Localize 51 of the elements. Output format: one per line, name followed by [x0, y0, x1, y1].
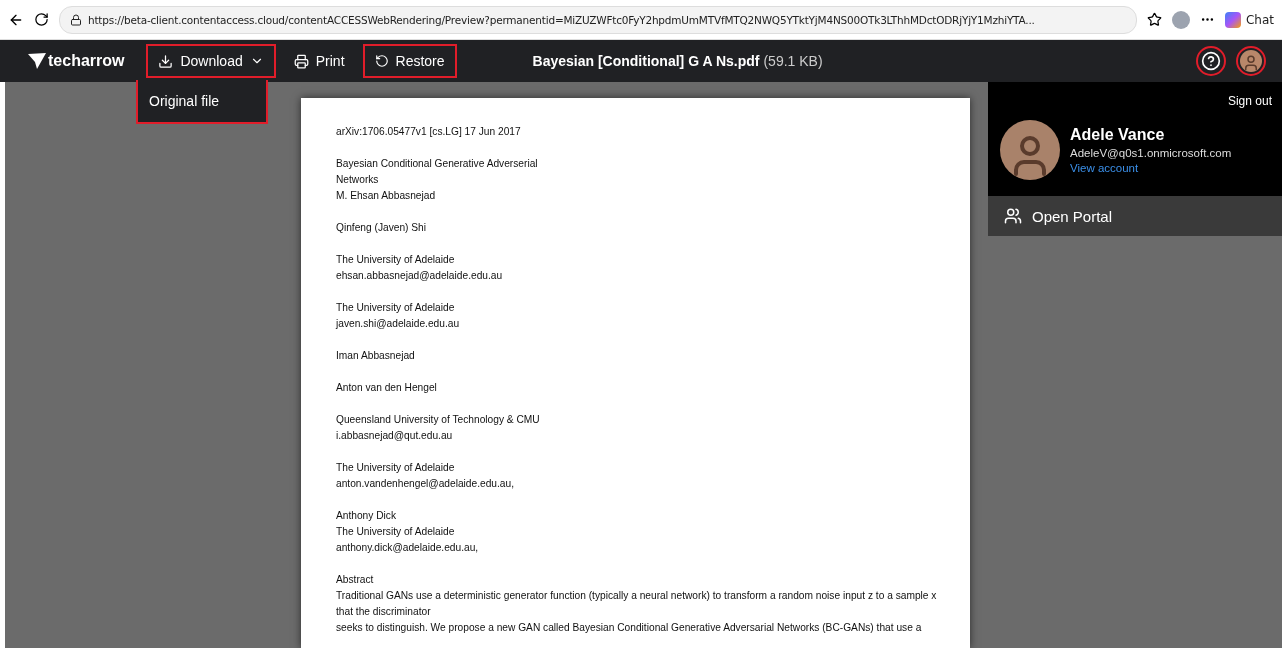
chat-button[interactable]: Chat: [1224, 11, 1274, 28]
avatar-icon: [1000, 120, 1060, 180]
document-text: anton.vandenhengel@adelaide.edu.au,: [336, 477, 516, 491]
avatar-button[interactable]: [1236, 46, 1266, 76]
user-email: AdeleV@q0s1.onmicrosoft.com: [1070, 147, 1232, 159]
favorite-star-icon[interactable]: [1146, 12, 1162, 27]
document-text: The University of Adelaide: [336, 461, 456, 475]
address-bar[interactable]: https://beta-client.contentaccess.cloud/contentACCESSWebRendering/Preview?permanentid=MiZUZWFtc0FyY2hpdmUmMTVfMTQ2NWQ5YTktYjM4NS00OTk3LThhMDctODRjYjY1MzhiYTA...: [59, 5, 1137, 34]
sign-out-link[interactable]: Sign out: [988, 82, 1282, 108]
document-text: Qinfeng (Javen) Shi: [336, 221, 428, 235]
document-text: Abstract: [336, 573, 375, 587]
document-text: arXiv:1706.05477v1 [cs.LG] 17 Jun 2017: [336, 125, 522, 139]
user-name: Adele Vance: [1070, 126, 1166, 144]
lock-icon: [70, 13, 82, 26]
paper-plane-icon: [28, 53, 46, 69]
document-text: The University of Adelaide: [336, 525, 456, 539]
printer-icon: [293, 53, 309, 69]
view-account-link[interactable]: View account: [1070, 162, 1232, 174]
file-title: Bayesian [Conditional] G A Ns.pdf (59.1 KB): [532, 53, 823, 69]
document-text: that the discriminator: [336, 605, 432, 619]
document-text: Anton van den Hengel: [336, 381, 438, 395]
download-icon: [158, 53, 174, 69]
help-button[interactable]: [1196, 46, 1226, 76]
techarrow-logo: techarrow: [28, 52, 125, 70]
avatar-icon: [1240, 50, 1262, 72]
people-icon: [1004, 207, 1022, 225]
document-text: Traditional GANs use a deterministic generator function (typically a neural network) to transform a random noise input z to a sample x: [336, 589, 938, 603]
document-text: Queensland University of Technology & CMU: [336, 413, 541, 427]
restore-button[interactable]: Restore: [362, 44, 457, 78]
document-text: anthony.dick@adelaide.edu.au,: [336, 541, 480, 555]
download-menu-button[interactable]: Download: [146, 44, 276, 78]
file-size: (59.1 KB): [763, 53, 823, 69]
document-text: i.abbasnejad@qut.edu.au: [336, 429, 454, 443]
document-text: The University of Adelaide: [336, 253, 456, 267]
menu-item[interactable]: Original file: [138, 93, 220, 109]
document-text: seeks to distinguish. We propose a new GAN called Bayesian Conditional Generative Adversarial Networks (BC-GANs) that use a: [336, 621, 923, 635]
help-icon: [1201, 51, 1221, 71]
chat-logo-icon: [1224, 11, 1241, 28]
document-text: Iman Abbasnejad: [336, 349, 416, 363]
url-text: https://beta-client.contentaccess.cloud/contentACCESSWebRendering/Preview?permanentid=MiZUZWFtc0FyY2hpdmUmMTVfMTQ2NWQ5YTktYjM4NS00OTk3LThhMDctODRjYjY1MzhiYTA...: [88, 13, 1035, 26]
document-text: ehsan.abbasnejad@adelaide.edu.au: [336, 269, 504, 283]
document-text: The University of Adelaide: [336, 301, 456, 315]
restore-icon: [374, 54, 389, 68]
document-text: Anthony Dick: [336, 509, 398, 523]
document-text: javen.shi@adelaide.edu.au: [336, 317, 461, 331]
open-portal-button[interactable]: Open Portal: [988, 196, 1282, 236]
refresh-icon[interactable]: [34, 12, 49, 27]
document-text: M. Ehsan Abbasnejad: [336, 189, 437, 203]
print-button[interactable]: Print: [281, 44, 357, 78]
document-text: Networks: [336, 173, 380, 187]
document-text: Bayesian Conditional Generative Adverserial: [336, 157, 539, 171]
